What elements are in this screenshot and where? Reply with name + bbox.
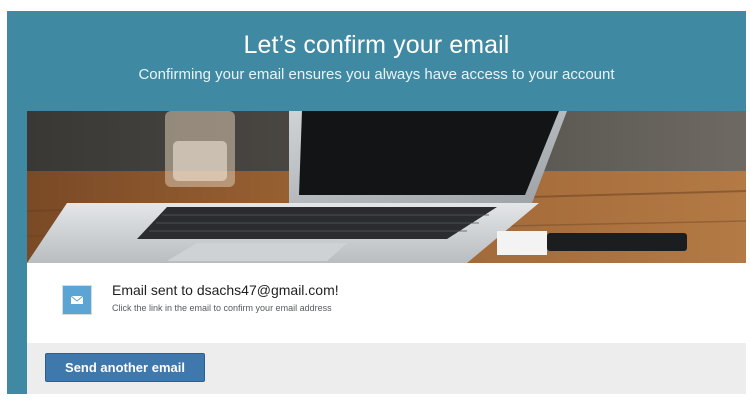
laptop-photo	[27, 111, 746, 263]
send-another-email-button[interactable]: Send another email	[45, 353, 205, 382]
email-instruction-text: Click the link in the email to confirm y…	[112, 303, 332, 313]
email-confirmation-panel: Let’s confirm your email Confirming your…	[7, 11, 746, 394]
envelope-glyph	[70, 295, 84, 304]
header: Let’s confirm your email Confirming your…	[7, 11, 746, 111]
hero-image	[27, 111, 746, 263]
page-title: Let’s confirm your email	[243, 31, 510, 59]
notice-card: Email sent to dsachs47@gmail.com! Click …	[27, 263, 746, 343]
page-subtitle: Confirming your email ensures you always…	[138, 66, 615, 83]
envelope-icon	[62, 285, 92, 315]
email-sent-message: Email sent to dsachs47@gmail.com!	[112, 282, 339, 298]
footer-actions: Send another email	[27, 343, 746, 394]
